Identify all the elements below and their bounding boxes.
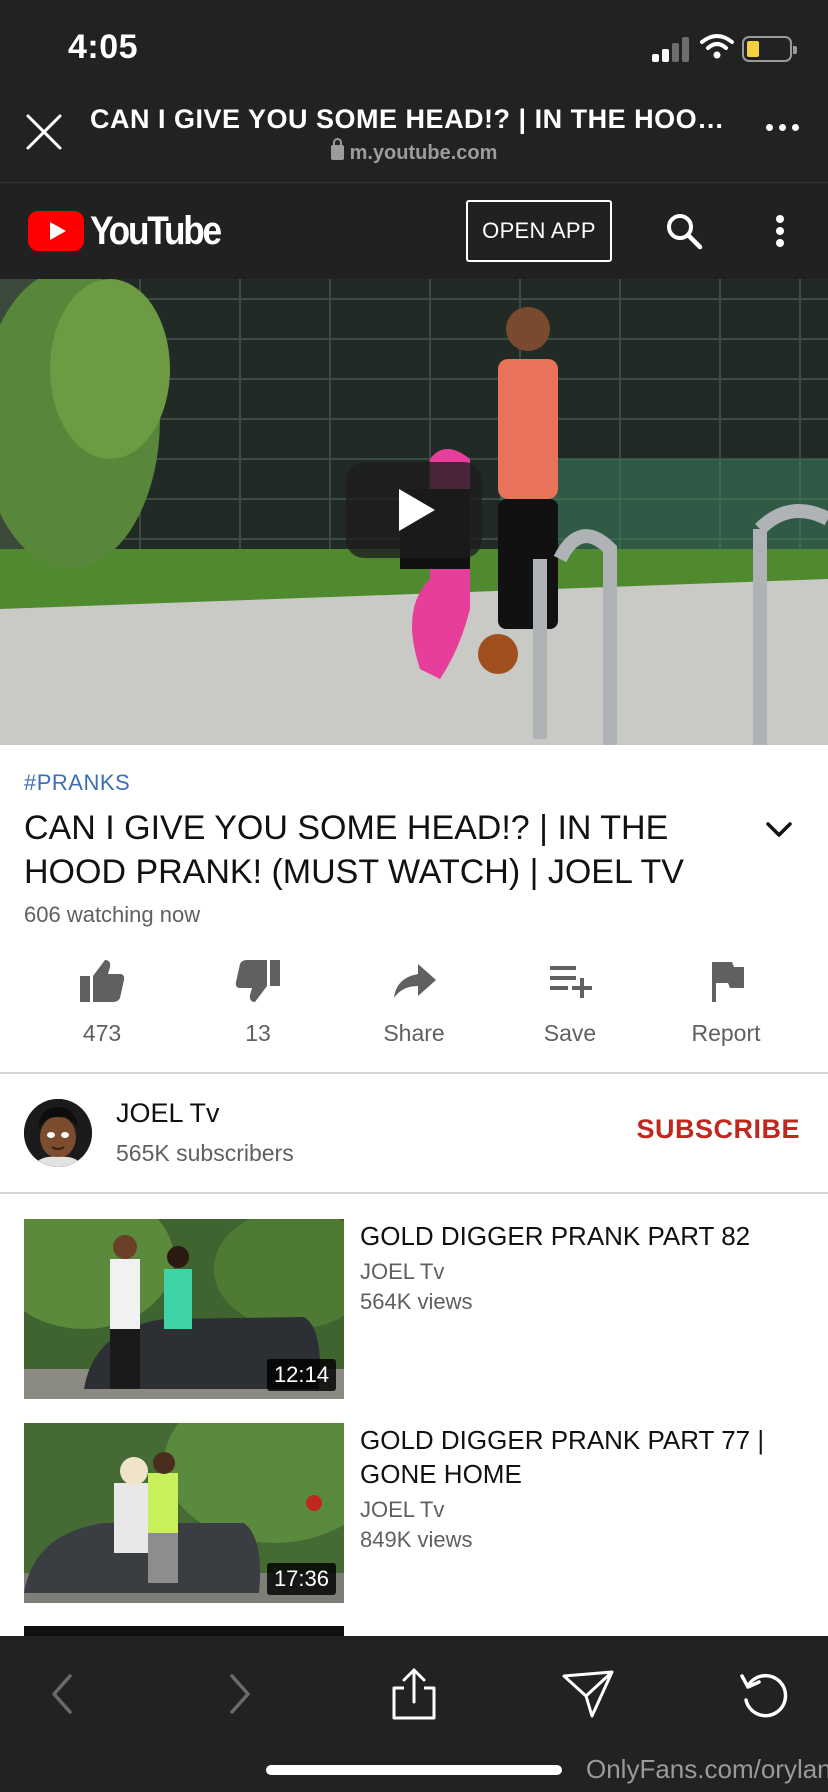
status-time: 4:05 [68, 28, 139, 66]
share-sheet-icon[interactable] [386, 1666, 442, 1722]
channel-avatar[interactable] [24, 1099, 92, 1167]
open-app-button[interactable]: OPEN APP [466, 200, 612, 262]
subscribe-button[interactable]: SUBSCRIBE [636, 1114, 800, 1145]
recommended-video[interactable]: 17:36 GOLD DIGGER PRANK PART 77 | GONE H… [0, 1423, 828, 1605]
url-text: m.youtube.com [349, 142, 498, 164]
report-label: Report [691, 1020, 761, 1046]
send-icon[interactable] [560, 1666, 616, 1722]
dislike-count: 13 [245, 1020, 271, 1046]
thumbs-down-icon [235, 960, 280, 1002]
search-icon[interactable] [664, 211, 704, 251]
save-playlist-icon [550, 966, 592, 998]
recommended-channel: JOEL Tv [360, 1259, 445, 1284]
channel-name[interactable]: JOEL Tv [116, 1098, 220, 1129]
hashtag-link[interactable]: #PRANKS [24, 770, 130, 796]
save-button[interactable]: Save [500, 956, 640, 1074]
reload-icon[interactable] [736, 1666, 792, 1722]
youtube-play-logo-icon [28, 211, 84, 251]
dislike-button[interactable]: 13 [188, 956, 328, 1074]
recommended-channel: JOEL Tv [360, 1497, 445, 1522]
home-indicator [266, 1765, 562, 1775]
recommended-views: 564K views [360, 1289, 473, 1314]
video-duration: 12:14 [266, 1359, 336, 1391]
like-button[interactable]: 473 [32, 956, 172, 1074]
recommended-video[interactable] [0, 1626, 828, 1636]
divider [0, 1192, 828, 1194]
battery-icon [742, 36, 797, 62]
share-icon [394, 964, 436, 998]
browser-page-title: CAN I GIVE YOU SOME HEAD!? | IN THE HOOD… [90, 104, 740, 134]
youtube-logo[interactable]: YouTube [28, 209, 238, 253]
chevron-down-icon[interactable] [764, 818, 794, 842]
report-button[interactable]: Report [656, 956, 796, 1074]
watching-count: 606 watching now [24, 902, 201, 927]
channel-row: JOEL Tv 565K subscribers SUBSCRIBE [0, 1074, 828, 1194]
lock-icon [330, 138, 344, 160]
flag-icon [712, 962, 744, 1002]
recommended-video[interactable]: 12:14 GOLD DIGGER PRANK PART 82 JOEL Tv … [0, 1219, 828, 1401]
recommended-views: 849K views [360, 1527, 473, 1552]
recommended-title[interactable]: GOLD DIGGER PRANK PART 82 [360, 1219, 800, 1253]
save-label: Save [543, 1020, 597, 1046]
recommended-thumbnail[interactable]: 12:14 [24, 1219, 344, 1399]
play-button[interactable] [346, 462, 482, 558]
back-icon[interactable] [36, 1666, 92, 1722]
recommended-thumbnail[interactable]: 17:36 [24, 1423, 344, 1603]
cellular-signal-icon [652, 36, 692, 62]
youtube-logo-text: YouTube [90, 208, 222, 253]
video-title: CAN I GIVE YOU SOME HEAD!? | IN THE HOOD… [24, 809, 684, 891]
action-bar: 473 13 Share Save Report [0, 956, 828, 1074]
wifi-icon [700, 34, 734, 59]
video-duration: 17:36 [266, 1563, 336, 1595]
more-icon[interactable] [766, 122, 802, 134]
url-bar[interactable]: m.youtube.com [0, 138, 828, 165]
recommended-thumbnail[interactable] [24, 1626, 344, 1636]
share-label: Share [383, 1020, 445, 1046]
watermark-text: OnlyFans.com/orylan [586, 1754, 828, 1784]
recommended-title[interactable]: GOLD DIGGER PRANK PART 77 | GONE HOME [360, 1423, 800, 1491]
youtube-header: YouTube OPEN APP [0, 182, 828, 279]
page: 4:05 CAN I GIVE YOU SOME HEAD!? | IN THE… [0, 0, 828, 1792]
browser-header: 4:05 CAN I GIVE YOU SOME HEAD!? | IN THE… [0, 0, 828, 182]
forward-icon[interactable] [210, 1666, 266, 1722]
share-button[interactable]: Share [344, 956, 484, 1074]
like-count: 473 [82, 1020, 122, 1046]
kebab-menu-icon[interactable] [772, 211, 788, 251]
subscriber-count: 565K subscribers [116, 1140, 294, 1166]
thumbs-up-icon [80, 960, 125, 1002]
